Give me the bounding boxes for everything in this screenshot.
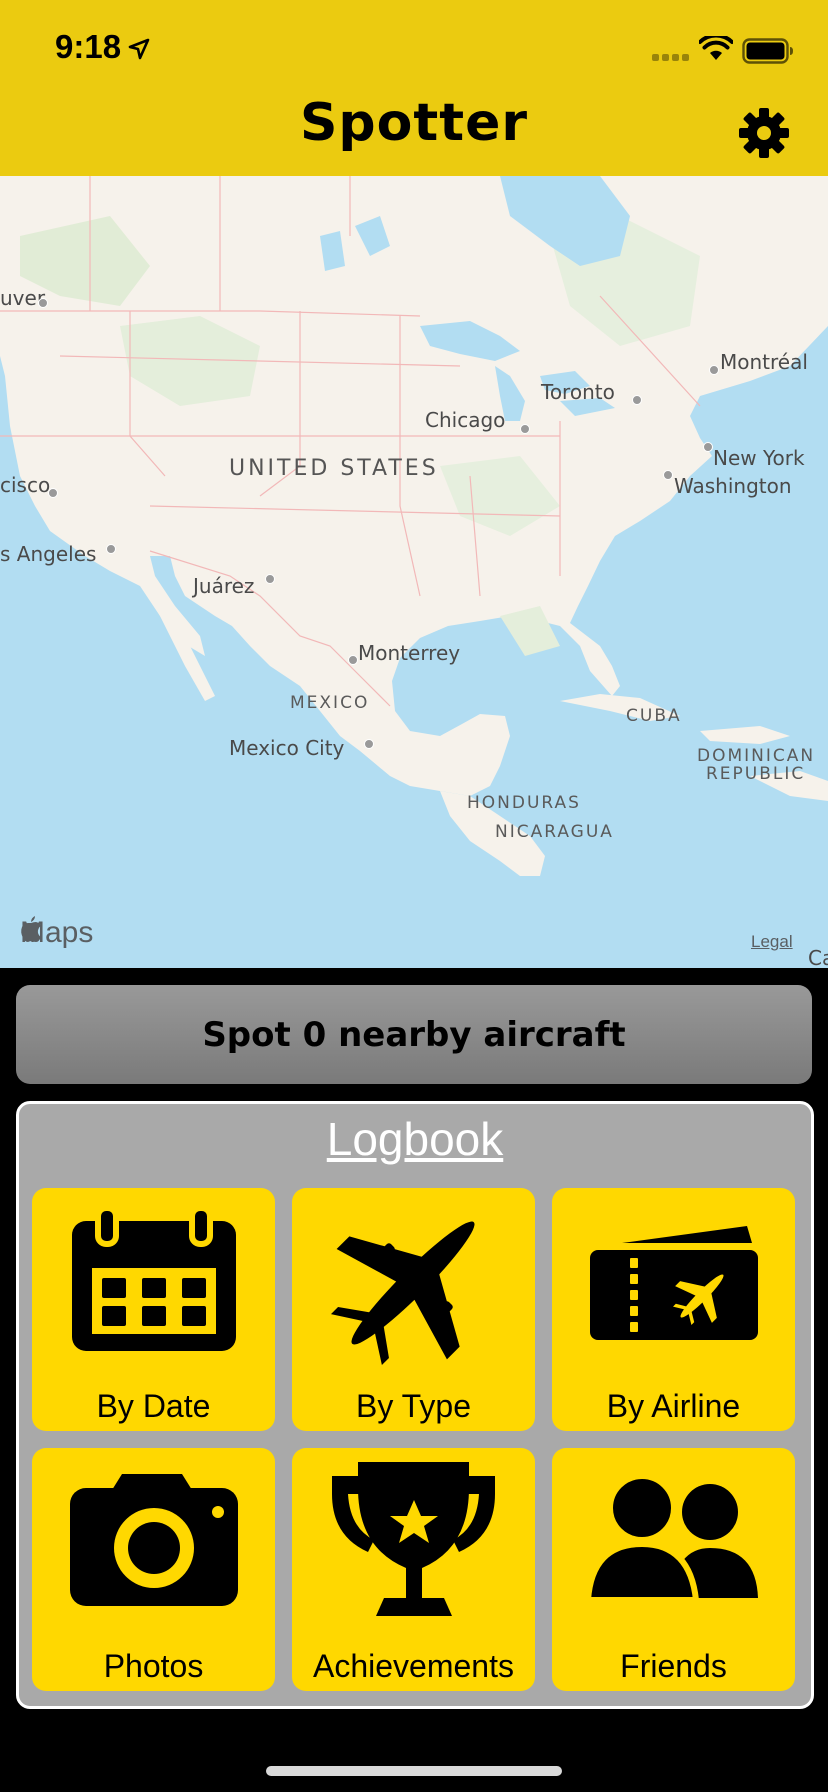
city-dot [709,365,719,375]
legal-link[interactable]: Legal [751,932,793,952]
city-dot [48,488,58,498]
spot-button-label: Spot 0 nearby aircraft [202,1014,626,1055]
city-dot [38,298,48,308]
map-label-francisco: cisco [0,473,51,497]
battery-icon [742,38,793,64]
spot-nearby-aircraft-button[interactable]: Spot 0 nearby aircraft [16,985,812,1084]
achievements-tile[interactable]: Achievements [292,1448,535,1691]
friends-icon [584,1473,758,1603]
ticket-icon [590,1226,758,1340]
map-label-mexico-city: Mexico City [229,736,345,760]
logbook-panel: Logbook By Date By Type By Airline Photo… [16,1101,814,1709]
map-label-los-angeles: s Angeles [0,542,97,566]
tile-label: By Airline [606,1388,741,1424]
map-country-republic: REPUBLIC [706,764,806,784]
calendar-icon [72,1205,236,1351]
app-header: 9:18 Spotter [0,0,828,176]
map-label-washington: Washington [674,474,792,498]
city-dot [364,739,374,749]
by-type-tile[interactable]: By Type [292,1188,535,1431]
friends-tile[interactable]: Friends [552,1448,795,1691]
city-dot [348,655,358,665]
city-dot [265,574,275,584]
map-country-united-states: UNITED STATES [229,456,439,481]
by-airline-tile[interactable]: By Airline [552,1188,795,1431]
photos-tile[interactable]: Photos [32,1448,275,1691]
map-country-mexico: MEXICO [290,693,370,713]
city-dot [632,395,642,405]
map-label-vancouver: uver [0,286,46,310]
home-indicator[interactable] [266,1766,562,1776]
map-country-dominican: DOMINICAN [697,746,816,766]
city-dot [520,424,530,434]
by-date-tile[interactable]: By Date [32,1188,275,1431]
map-label-toronto: Toronto [541,380,615,404]
map-view[interactable]: uver cisco s Angeles Juárez Chicago Toro… [0,176,828,968]
city-dot [703,442,713,452]
tile-label: By Type [355,1388,472,1424]
map-label-new-york: New York [713,446,805,470]
status-time: 9:18 [55,28,122,65]
city-dot [106,544,116,554]
tile-label: Friends [620,1648,727,1684]
map-landmass [0,176,828,876]
logbook-title[interactable]: Logbook [19,1112,811,1166]
map-edge-label: Ca [808,946,828,968]
cellular-signal-icon [652,54,689,61]
tile-label: Achievements [313,1648,514,1684]
gear-icon [739,108,789,158]
wifi-icon [699,36,733,60]
map-label-montreal: Montréal [720,350,808,374]
map-label-monterrey: Monterrey [358,641,461,665]
map-label-chicago: Chicago [425,408,506,432]
map-country-nicaragua: NICARAGUA [495,822,614,842]
settings-button[interactable] [738,107,790,159]
maps-attribution: Maps [20,916,93,950]
airplane-icon [330,1221,475,1366]
camera-icon [70,1474,238,1606]
location-arrow-icon [128,38,150,60]
tile-label: Photos [103,1648,204,1684]
apple-logo-icon [21,916,41,942]
app-title: Spotter [299,93,529,153]
map-country-cuba: CUBA [626,706,682,726]
map-country-honduras: HONDURAS [467,793,581,813]
map-label-juarez: Juárez [193,574,255,598]
city-dot [663,470,673,480]
trophy-icon [332,1462,495,1616]
tile-label: By Date [96,1388,211,1424]
